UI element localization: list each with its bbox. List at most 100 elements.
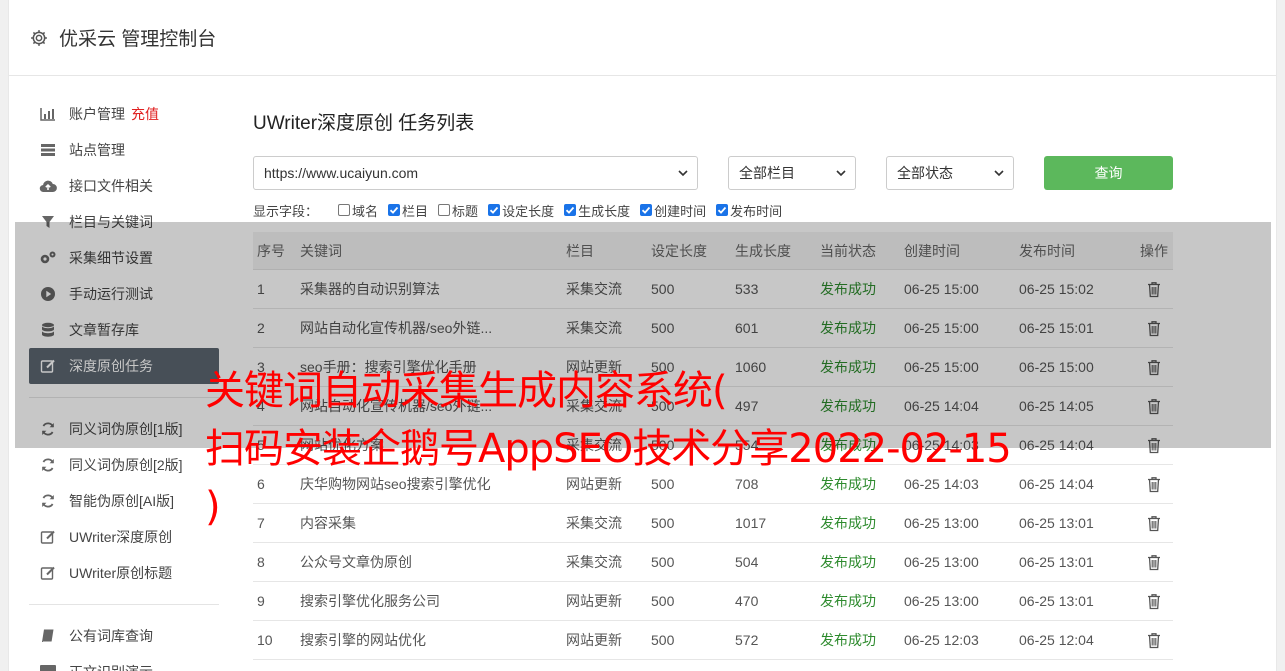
table-cell[interactable]: 庆华购物网站seo搜索引擎优化: [300, 474, 566, 494]
field-checkbox[interactable]: 栏目: [388, 201, 428, 220]
table-cell[interactable]: 网站自动化宣传机器/seo外链...: [300, 318, 566, 338]
status-select[interactable]: 全部状态: [886, 156, 1014, 190]
delete-button[interactable]: [1135, 632, 1173, 649]
table-cell[interactable]: 采集器的自动识别算法: [300, 279, 566, 299]
table-row: 6 庆华购物网站seo搜索引擎优化 网站更新 500 708 发布成功 06-25 14:0…: [253, 465, 1173, 504]
field-checkbox[interactable]: 设定长度: [488, 201, 554, 220]
sidebar-item[interactable]: UWriter深度原创: [29, 519, 219, 555]
table-cell: 06-25 12:04: [1019, 632, 1094, 648]
table-cell: 06-25 13:01: [1019, 554, 1094, 570]
trash-icon: [1148, 359, 1160, 375]
table-cell: 533: [735, 281, 759, 297]
gear-icon: [31, 29, 47, 46]
sidebar-item-label: 同义词伪原创[1版]: [69, 421, 183, 437]
table-cell: 网站更新: [566, 359, 622, 375]
main-content: UWriter深度原创 任务列表 https://www.ucaiyun.com…: [253, 96, 1173, 660]
sidebar-item-label: 智能伪原创[AI版]: [69, 493, 175, 509]
sidebar-item[interactable]: 接口文件相关: [29, 168, 219, 204]
sidebar-item[interactable]: 手动运行测试: [29, 276, 219, 312]
sidebar-item[interactable]: 采集细节设置: [29, 240, 219, 276]
field-checkbox[interactable]: 生成长度: [564, 201, 630, 220]
sidebar-item[interactable]: 站点管理: [29, 132, 219, 168]
trash-icon: [1148, 281, 1160, 297]
column-header: 生成长度: [735, 242, 791, 259]
table-cell: 1017: [735, 515, 767, 531]
table-cell: 06-25 15:00: [1019, 359, 1094, 375]
column-header: 关键词: [300, 242, 342, 259]
field-checkbox-label: 生成长度: [578, 203, 631, 219]
table-cell[interactable]: 内容采集: [300, 513, 566, 533]
table-cell: 9: [257, 593, 265, 609]
database-icon: [39, 321, 57, 339]
sidebar-item[interactable]: 账户管理 充值: [29, 96, 219, 132]
delete-button[interactable]: [1135, 515, 1173, 532]
site-select[interactable]: https://www.ucaiyun.com: [253, 156, 698, 190]
sidebar-item[interactable]: 同义词伪原创[1版]: [29, 411, 219, 447]
column-header: 序号: [257, 242, 285, 259]
table-cell[interactable]: 公众号文章伪原创: [300, 552, 566, 572]
table-cell: 500: [651, 281, 675, 297]
refresh-icon: [39, 492, 57, 510]
table-cell: 06-25 15:02: [1019, 281, 1094, 297]
trash-icon: [1148, 437, 1160, 453]
delete-button[interactable]: [1135, 554, 1173, 571]
sidebar-item-label: 站点管理: [69, 142, 125, 158]
sidebar-item[interactable]: 深度原创任务: [29, 348, 219, 384]
column-header: 设定长度: [651, 242, 707, 259]
table-cell: 06-25 14:05: [1019, 398, 1094, 414]
table-cell[interactable]: 搜索引擎优化服务公司: [300, 591, 566, 611]
sidebar-item[interactable]: 栏目与关键词: [29, 204, 219, 240]
table-cell: 06-25 13:00: [904, 554, 979, 570]
trash-icon: [1148, 632, 1160, 648]
table-cell: 500: [651, 476, 675, 492]
delete-button[interactable]: [1135, 359, 1173, 376]
table-cell: 06-25 14:04: [1019, 476, 1094, 492]
field-checkbox-label: 域名: [352, 203, 379, 219]
monitor-icon: [39, 663, 57, 671]
task-table: 序号 关键词 栏目 设定长度 生成长度 当前状态 创建时间 发布时间 操作 1 采集器的自动识别算法…: [253, 232, 1173, 660]
table-cell[interactable]: 网站自动化宣传机器/seo外链...: [300, 396, 566, 416]
table-cell: 7: [257, 515, 265, 531]
sidebar-item[interactable]: 公有词库查询: [29, 618, 219, 654]
field-checkbox[interactable]: 域名: [338, 201, 378, 220]
table-cell: 500: [651, 515, 675, 531]
recharge-link[interactable]: 充值: [131, 104, 159, 124]
trash-icon: [1148, 320, 1160, 336]
delete-button[interactable]: [1135, 593, 1173, 610]
sidebar-item[interactable]: 同义词伪原创[2版]: [29, 447, 219, 483]
status-text: 发布成功: [820, 593, 876, 609]
sidebar-item[interactable]: 正文识别演示: [29, 654, 219, 671]
sidebar-item-label: 手动运行测试: [69, 286, 153, 302]
field-checkbox[interactable]: 标题: [438, 201, 478, 220]
table-cell: 06-25 15:00: [904, 320, 979, 336]
table-cell: 06-25 13:00: [904, 515, 979, 531]
delete-button[interactable]: [1135, 398, 1173, 415]
table-cell: 采集交流: [566, 515, 622, 531]
delete-button[interactable]: [1135, 320, 1173, 337]
sidebar-item[interactable]: 文章暂存库: [29, 312, 219, 348]
bar-chart-icon: [39, 105, 57, 123]
column-select[interactable]: 全部栏目: [728, 156, 856, 190]
delete-button[interactable]: [1135, 281, 1173, 298]
sidebar: 账户管理 充值站点管理接口文件相关 栏目与关键词 采集细节设置手动运行测试文章暂存库深…: [29, 96, 219, 671]
table-cell: 06-25 12:03: [904, 632, 979, 648]
status-select-value: 全部状态: [897, 165, 953, 181]
table-cell: 10: [257, 632, 273, 648]
table-cell[interactable]: 搜索引擎的网站优化: [300, 630, 566, 650]
table-row: 9 搜索引擎优化服务公司 网站更新 500 470 发布成功 06-25 13:00 06-2…: [253, 582, 1173, 621]
field-checkbox[interactable]: 创建时间: [640, 201, 706, 220]
field-checkbox[interactable]: 发布时间: [716, 201, 782, 220]
sidebar-item[interactable]: UWriter原创标题: [29, 555, 219, 591]
field-checkbox-label: 设定长度: [502, 203, 555, 219]
table-cell[interactable]: seo手册：搜索引擎优化手册: [300, 357, 566, 377]
delete-button[interactable]: [1135, 437, 1173, 454]
display-fields-label: 显示字段：: [253, 203, 319, 219]
column-header: 操作: [1140, 242, 1168, 259]
table-cell[interactable]: 网站优化方案: [300, 435, 566, 455]
query-button[interactable]: 查询: [1044, 156, 1173, 190]
table-cell: 6: [257, 476, 265, 492]
status-text: 发布成功: [820, 515, 876, 531]
sidebar-item[interactable]: 智能伪原创[AI版]: [29, 483, 219, 519]
display-fields: 显示字段： 域名 栏目 标题 设定长度 生成长度 创建时间 发布时间: [253, 201, 792, 220]
delete-button[interactable]: [1135, 476, 1173, 493]
